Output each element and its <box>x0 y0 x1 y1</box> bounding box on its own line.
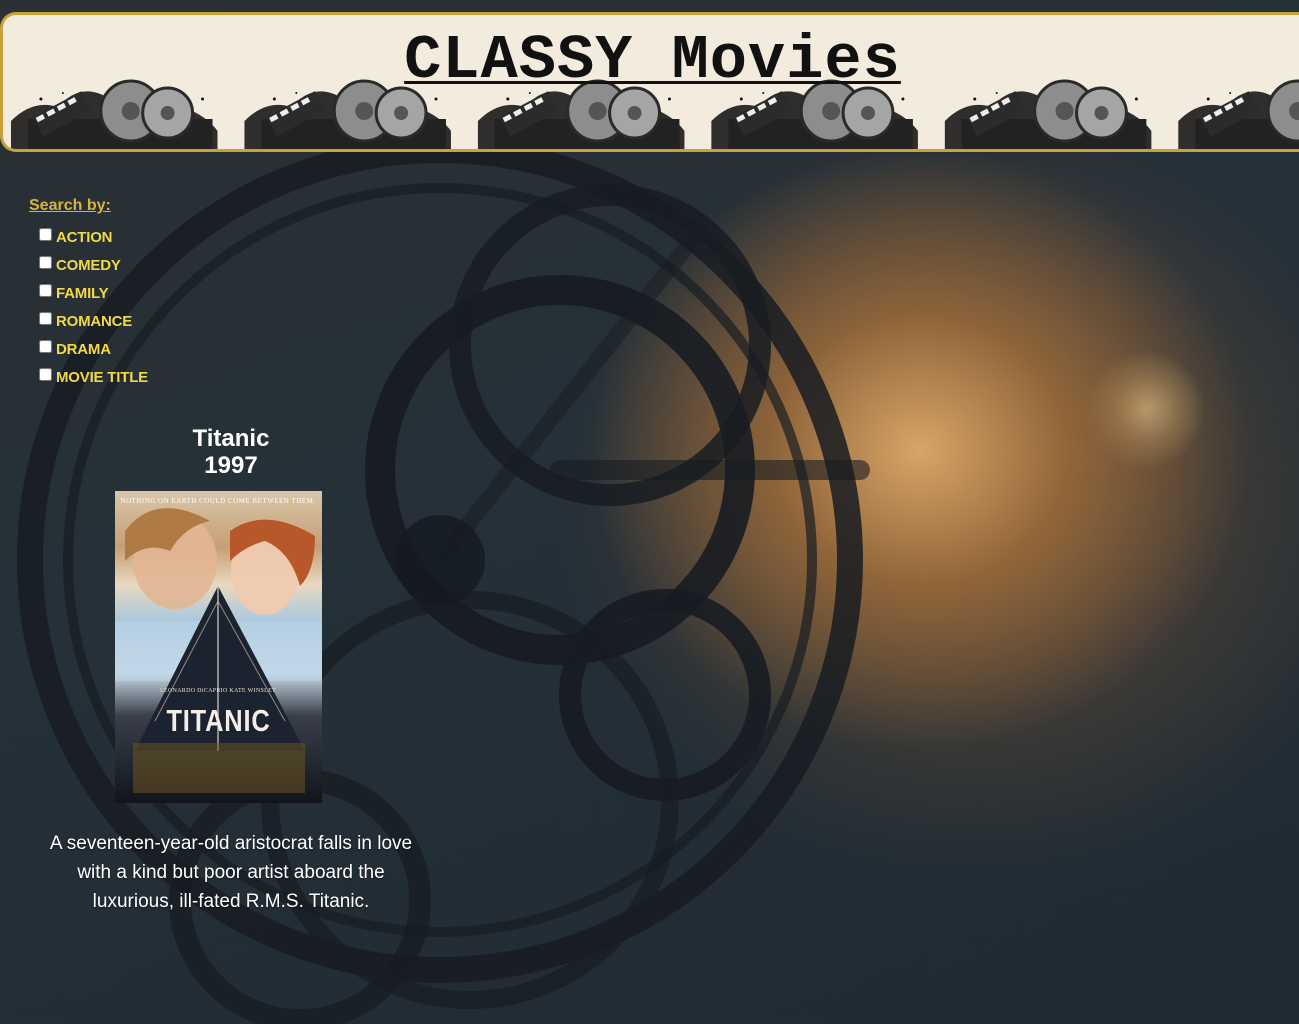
filter-action: ACTION <box>39 223 148 251</box>
filter-romance-label[interactable]: ROMANCE <box>56 313 132 330</box>
poster-tagline: NOTHING ON EARTH COULD COME BETWEEN THEM… <box>120 497 316 505</box>
site-title: CLASSY Movies <box>404 25 901 96</box>
movie-title: Titanic <box>192 425 270 452</box>
filter-action-label[interactable]: ACTION <box>56 229 112 246</box>
filter-romance: ROMANCE <box>39 307 148 335</box>
filter-family-checkbox[interactable] <box>39 283 52 297</box>
poster-movie-name: TITANIC <box>165 703 271 738</box>
movie-card: Titanic 1997 NOTHING ON EARTH COULD COME… <box>40 425 422 916</box>
filter-family: FAMILY <box>39 279 148 307</box>
poster-artwork <box>114 508 322 793</box>
filter-drama: DRAMA <box>39 335 148 363</box>
movie-year: 1997 <box>204 452 258 479</box>
filter-drama-label[interactable]: DRAMA <box>56 341 111 358</box>
movie-poster[interactable]: NOTHING ON EARTH COULD COME BETWEEN THEM… <box>114 491 322 803</box>
search-panel: Search by: ACTION COMEDY FAMILY ROMANCE … <box>29 197 148 391</box>
poster-actors: LEONARDO DiCAPRIO KATE WINSLET <box>159 688 277 694</box>
header-banner: CLASSY Movies <box>0 12 1299 152</box>
filter-comedy-checkbox[interactable] <box>39 255 52 269</box>
filter-drama-checkbox[interactable] <box>39 339 52 353</box>
filter-movie-title-checkbox[interactable] <box>39 367 52 381</box>
search-by-label: Search by: <box>29 197 111 214</box>
movie-description: A seventeen-year-old aristocrat falls in… <box>49 833 413 912</box>
filter-action-checkbox[interactable] <box>39 227 52 241</box>
filter-comedy: COMEDY <box>39 251 148 279</box>
filter-movie-title: MOVIE TITLE <box>39 363 148 391</box>
filter-comedy-label[interactable]: COMEDY <box>56 257 121 274</box>
filter-family-label[interactable]: FAMILY <box>56 285 109 302</box>
filter-movie-title-label[interactable]: MOVIE TITLE <box>56 369 148 386</box>
filter-romance-checkbox[interactable] <box>39 311 52 325</box>
